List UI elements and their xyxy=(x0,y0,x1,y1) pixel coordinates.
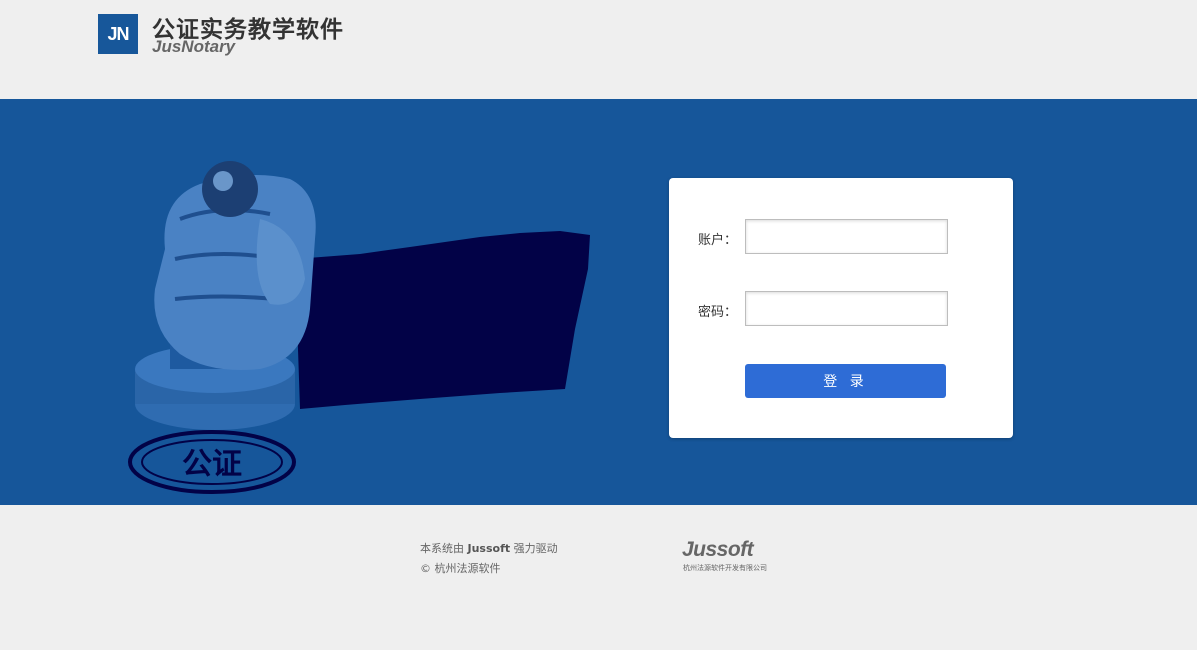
password-input[interactable] xyxy=(745,291,948,326)
login-button[interactable]: 登 录 xyxy=(745,364,946,398)
logo-mark: JN xyxy=(98,14,138,54)
notary-stamp-hand-icon: 公证 xyxy=(128,161,590,494)
powered-by-text: 本系统由 Jussoft 强力驱动 xyxy=(420,540,558,556)
password-label: 密码： xyxy=(698,305,738,320)
powered-suffix: 强力驱动 xyxy=(513,542,558,555)
stamp-text: 公证 xyxy=(182,447,242,482)
account-input[interactable] xyxy=(745,219,948,254)
app-subtitle: JusNotary xyxy=(152,37,236,56)
header: JN 公证实务教学软件 JusNotary xyxy=(0,0,1197,99)
powered-brand: Jussoft xyxy=(467,542,511,555)
copyright-text: © 杭州法源软件 xyxy=(420,562,501,575)
banner: 公证 账户： 密码： 登 录 xyxy=(0,99,1197,505)
jussoft-logo: Jussoft xyxy=(682,538,754,561)
account-label: 账户： xyxy=(698,233,738,248)
company-name: 杭州法源软件开发有限公司 xyxy=(683,564,767,572)
login-card: 账户： 密码： 登 录 xyxy=(669,178,1013,438)
powered-prefix: 本系统由 xyxy=(420,542,464,555)
